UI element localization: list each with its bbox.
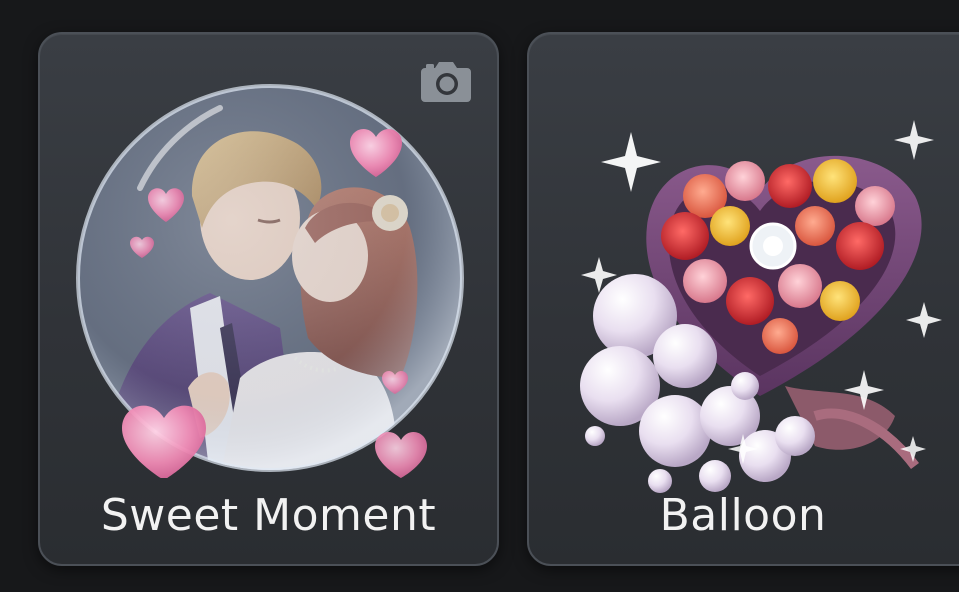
gift-card-sweet-moment[interactable]: Sweet Moment — [38, 32, 499, 566]
card-title: Balloon — [659, 490, 827, 541]
balloon-artwork — [565, 86, 955, 506]
gift-card-balloon[interactable]: Balloon — [527, 32, 959, 566]
sweet-moment-artwork — [70, 78, 470, 480]
card-title: Sweet Moment — [100, 490, 437, 541]
